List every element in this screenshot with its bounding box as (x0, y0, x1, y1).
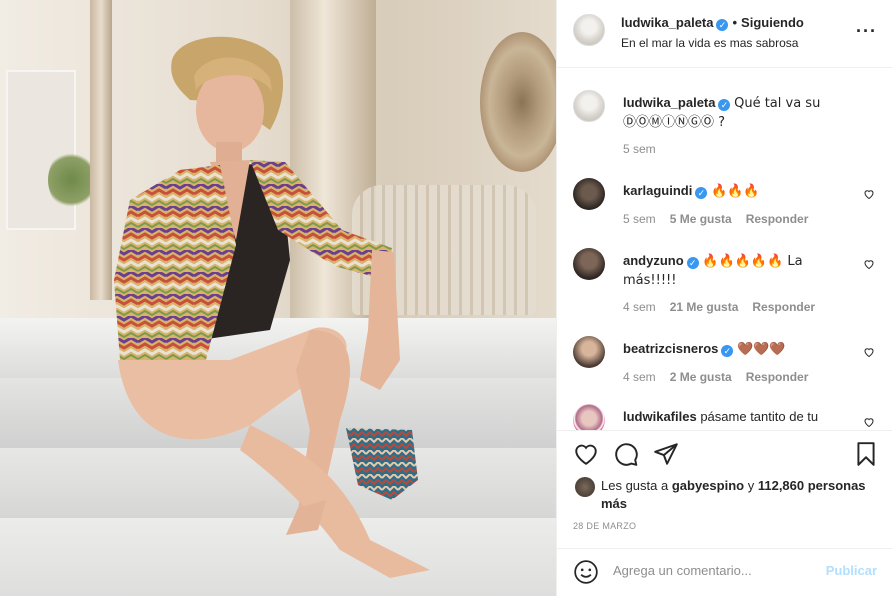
save-bookmark-icon[interactable] (853, 441, 879, 467)
comment-text: 🔥🔥🔥 (710, 184, 760, 199)
comment-username[interactable]: andyzuno (623, 253, 684, 268)
header-user-line: ludwika_paleta ✓ • Siguiendo (621, 15, 804, 31)
post-location[interactable]: En el mar la vida es mas sabrosa (621, 36, 798, 50)
comment-time: 4 sem (623, 300, 656, 314)
comment-avatar[interactable] (573, 404, 605, 430)
comment-item: andyzuno ✓ 🔥🔥🔥🔥🔥 La más!!!!! 4 sem 21 Me g… (573, 248, 883, 318)
publish-button[interactable]: Publicar (826, 563, 877, 578)
comment-text: pásame tantito de tu (700, 409, 819, 424)
post-date[interactable]: 28 DE MARZO (573, 521, 636, 531)
liker-username[interactable]: gabyespino (672, 478, 744, 493)
comment-item: karlaguindi ✓ 🔥🔥🔥 5 sem 5 Me gusta Responde… (573, 178, 883, 228)
comment-body: beatrizcisneros ✓ 🤎🤎🤎 (623, 340, 853, 359)
post-header: ludwika_paleta ✓ • Siguiendo En el mar la v… (557, 0, 892, 68)
comment-avatar[interactable] (573, 248, 605, 280)
verified-badge-icon: ✓ (686, 257, 699, 269)
like-comment-heart-icon[interactable] (863, 258, 875, 270)
like-comment-heart-icon[interactable] (863, 416, 875, 428)
share-paper-plane-icon[interactable] (653, 441, 679, 467)
separator-dot: • (732, 15, 738, 30)
caption-username[interactable]: ludwika_paleta (623, 95, 715, 110)
photo-wooden-pole (90, 0, 112, 300)
caption-item: ludwika_paleta ✓ Qué tal va su ⒹⓄⓂⒾⓃⒼⓄ ? … (573, 90, 883, 160)
following-button[interactable]: Siguiendo (741, 15, 804, 30)
like-comment-heart-icon[interactable] (863, 346, 875, 358)
comment-text: 🤎🤎🤎 (737, 342, 786, 357)
comment-meta: 4 sem 21 Me gusta Responder (623, 300, 815, 314)
add-comment-input[interactable] (613, 563, 813, 578)
post-actions: Les gusta a gabyespino y 112,860 persona… (557, 430, 892, 548)
photo-woman-figure (114, 36, 430, 578)
reply-button[interactable]: Responder (746, 370, 809, 384)
caption-time: 5 sem (623, 142, 656, 156)
emoji-icon[interactable] (573, 559, 599, 585)
comment-avatar[interactable] (573, 336, 605, 368)
liker-avatar[interactable] (575, 477, 595, 497)
comment-avatar[interactable] (573, 178, 605, 210)
comment-username[interactable]: ludwikafiles (623, 409, 697, 424)
more-options-icon[interactable]: ··· (856, 22, 877, 40)
likes-conj: y (747, 478, 755, 493)
comment-body: ludwikafiles pásame tantito de tu (623, 408, 853, 426)
photo-plant (48, 150, 94, 210)
comments-list[interactable]: ludwika_paleta ✓ Qué tal va su ⒹⓄⓂⒾⓃⒼⓄ ? … (557, 68, 892, 430)
author-username[interactable]: ludwika_paleta (621, 15, 713, 30)
comment-item: ludwikafiles pásame tantito de tu (573, 404, 883, 430)
add-comment-bar: Publicar (557, 548, 892, 596)
comment-item: beatrizcisneros ✓ 🤎🤎🤎 4 sem 2 Me gusta Resp… (573, 336, 883, 386)
verified-badge-icon: ✓ (721, 345, 734, 357)
comment-body: andyzuno ✓ 🔥🔥🔥🔥🔥 La más!!!!! (623, 252, 853, 290)
reply-button[interactable]: Responder (752, 300, 815, 314)
post-photo[interactable] (0, 0, 556, 596)
author-avatar[interactable] (573, 14, 605, 46)
comment-likes[interactable]: 5 Me gusta (670, 212, 732, 226)
likes-prefix: Les gusta a (601, 478, 669, 493)
likes-summary: Les gusta a gabyespino y 112,860 persona… (601, 477, 871, 513)
reply-button[interactable]: Responder (746, 212, 809, 226)
caption-body: ludwika_paleta ✓ Qué tal va su ⒹⓄⓂⒾⓃⒼⓄ ? (623, 94, 853, 132)
comment-meta: 4 sem 2 Me gusta Responder (623, 370, 808, 384)
comment-username[interactable]: beatrizcisneros (623, 341, 718, 356)
comment-likes[interactable]: 2 Me gusta (670, 370, 732, 384)
comment-body: karlaguindi ✓ 🔥🔥🔥 (623, 182, 853, 201)
comment-meta: 5 sem 5 Me gusta Responder (623, 212, 808, 226)
verified-badge-icon: ✓ (716, 19, 729, 31)
like-heart-icon[interactable] (573, 441, 599, 467)
comment-time: 5 sem (623, 212, 656, 226)
verified-badge-icon: ✓ (718, 99, 731, 111)
caption-avatar[interactable] (573, 90, 605, 122)
like-comment-heart-icon[interactable] (863, 188, 875, 200)
verified-badge-icon: ✓ (695, 187, 708, 199)
post-side-panel: ludwika_paleta ✓ • Siguiendo En el mar la v… (556, 0, 892, 596)
comment-username[interactable]: karlaguindi (623, 183, 692, 198)
photo-wall-basket (480, 32, 556, 172)
comment-time: 4 sem (623, 370, 656, 384)
comment-likes[interactable]: 21 Me gusta (670, 300, 739, 314)
comment-bubble-icon[interactable] (613, 441, 639, 467)
